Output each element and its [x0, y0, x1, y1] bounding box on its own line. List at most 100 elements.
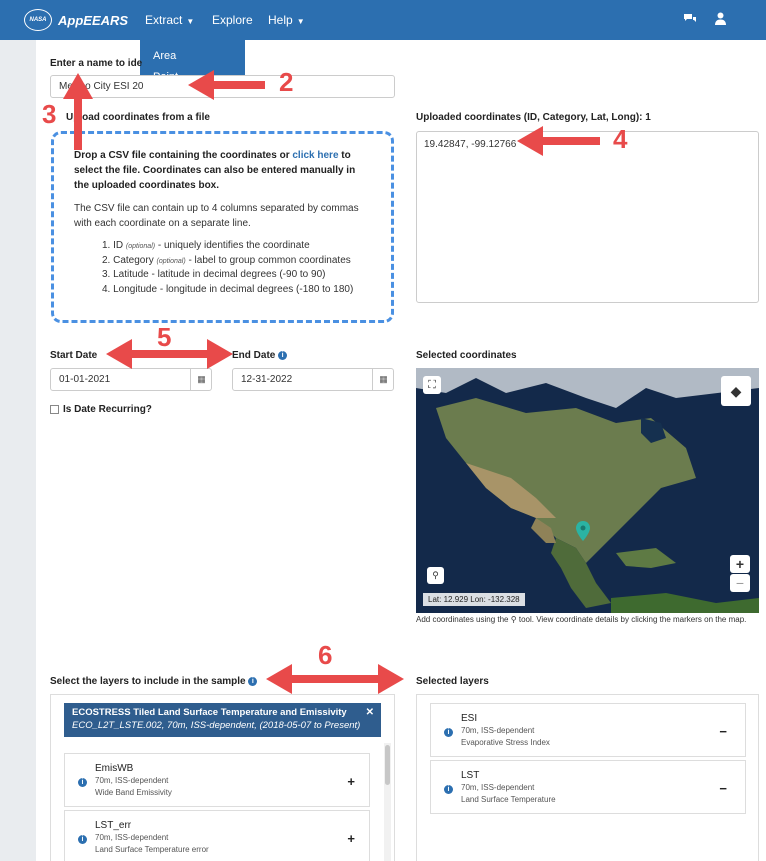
- nav-right: [683, 12, 726, 25]
- remove-layer-button[interactable]: −: [719, 781, 727, 796]
- selected-coords-label: Selected coordinates: [416, 350, 517, 361]
- nav-extract[interactable]: Extract ▼: [145, 13, 194, 27]
- layer-description: Land Surface Temperature error: [95, 845, 209, 854]
- recurring-checkbox[interactable]: [50, 405, 59, 414]
- top-navbar: NASA AppEEARS Extract ▼ Explore Help ▼: [0, 0, 766, 40]
- brand-name: AppEEARS: [58, 12, 129, 28]
- item-num: 3. Latitude: [102, 269, 149, 280]
- map-cursor-coords: Lat: 12.929 Lon: -132.328: [423, 593, 525, 606]
- selected-layer-card: i ESI 70m, ISS-dependent Evaporative Str…: [430, 703, 746, 757]
- layer-description: Land Surface Temperature: [461, 795, 556, 804]
- item-num: 2. Category: [102, 254, 154, 266]
- column-item: 2. Category (optional) - label to group …: [102, 254, 371, 269]
- product-header[interactable]: ECOSTRESS Tiled Land Surface Temperature…: [64, 703, 381, 737]
- end-date-input[interactable]: 12-31-2022: [232, 368, 394, 391]
- layers-scrollbar-thumb[interactable]: [385, 745, 390, 785]
- layer-name: ESI: [461, 713, 478, 724]
- layer-name: LST: [461, 770, 480, 781]
- product-subtitle: ECO_L2T_LSTE.002, 70m, ISS-dependent, (2…: [72, 720, 361, 731]
- uploaded-coords-label: Uploaded coordinates (ID, Category, Lat,…: [416, 112, 651, 123]
- annotation-number: 6: [318, 640, 333, 670]
- item-text: - latitude in decimal degrees (-90 to 90…: [148, 269, 326, 280]
- item-num: 4. Longitude: [102, 283, 158, 295]
- zoom-out-button[interactable]: −: [730, 574, 750, 592]
- brand[interactable]: NASA AppEEARS: [24, 9, 128, 31]
- column-item: 1. ID (optional) - uniquely identifies t…: [102, 239, 371, 254]
- selected-layers-label: Selected layers: [416, 676, 489, 687]
- layer-description: Evaporative Stress Index: [461, 738, 550, 747]
- add-marker-tool-icon[interactable]: ⚲: [427, 567, 444, 584]
- layer-name: EmisWB: [95, 763, 134, 774]
- info-icon[interactable]: i: [444, 728, 453, 737]
- close-icon[interactable]: ✕: [366, 707, 374, 718]
- dropzone-paragraph: The CSV file can contain up to 4 columns…: [74, 203, 359, 229]
- layer-resolution: 70m, ISS-dependent: [95, 833, 169, 842]
- fullscreen-icon[interactable]: ⛶: [423, 376, 441, 394]
- dropdown-area[interactable]: Area: [153, 50, 176, 62]
- caret-down-icon: ▼: [186, 17, 195, 26]
- user-icon[interactable]: [715, 12, 726, 25]
- csv-dropzone[interactable]: Drop a CSV file containing the coordinat…: [51, 131, 394, 323]
- annotation-number: 5: [157, 322, 172, 352]
- layer-resolution: 70m, ISS-dependent: [95, 776, 169, 785]
- layer-description: Wide Band Emissivity: [95, 788, 172, 797]
- annotation-number: 3: [42, 99, 57, 129]
- end-date-label: End Date i: [232, 350, 288, 361]
- uploaded-coords-textarea[interactable]: 19.42847, -99.12766: [416, 131, 759, 303]
- calendar-icon[interactable]: ▦: [372, 368, 394, 391]
- info-icon[interactable]: i: [78, 778, 87, 787]
- end-date-label-text: End Date: [232, 350, 276, 361]
- available-layer-card: i LST_err 70m, ISS-dependent Land Surfac…: [64, 810, 370, 861]
- layer-resolution: 70m, ISS-dependent: [461, 726, 535, 735]
- annotation-number: 4: [613, 124, 628, 154]
- available-layer-card: i EmisWB 70m, ISS-dependent Wide Band Em…: [64, 753, 370, 807]
- item-text: - uniquely identifies the coordinate: [155, 240, 310, 251]
- map-note-text: Add coordinates using the: [416, 615, 509, 624]
- layer-name: LST_err: [95, 820, 132, 831]
- column-item: 3. Latitude - latitude in decimal degree…: [102, 268, 371, 283]
- calendar-icon[interactable]: ▦: [190, 368, 212, 391]
- dropzone-instructions: Drop a CSV file containing the coordinat…: [74, 148, 371, 193]
- item-text: - label to group common coordinates: [185, 254, 351, 266]
- marker-icon: ⚲: [510, 615, 517, 624]
- info-icon[interactable]: i: [78, 835, 87, 844]
- layers-icon[interactable]: ◆: [721, 376, 751, 406]
- add-layer-button[interactable]: +: [347, 774, 355, 789]
- remove-layer-button[interactable]: −: [719, 724, 727, 739]
- item-opt: (optional): [125, 243, 156, 250]
- upload-label-text: Upload coordinates from a file: [66, 112, 210, 123]
- column-list: 1. ID (optional) - uniquely identifies t…: [74, 239, 371, 297]
- map-note-text-2: tool. View coordinate details by clickin…: [518, 615, 747, 624]
- layer-resolution: 70m, ISS-dependent: [461, 783, 535, 792]
- dropzone-text-pre: Drop a CSV file containing the coordinat…: [74, 150, 293, 161]
- name-label: Enter a name to ide: [50, 58, 143, 69]
- nav-explore[interactable]: Explore: [212, 13, 253, 27]
- zoom-in-button[interactable]: +: [730, 555, 750, 573]
- start-date-input[interactable]: 01-01-2021: [50, 368, 212, 391]
- info-icon[interactable]: i: [278, 350, 288, 360]
- coordinates-map[interactable]: ⛶ ◆ ⚲ + − Lat: 12.929 Lon: -132.328: [416, 368, 759, 613]
- map-marker-icon[interactable]: [576, 521, 590, 541]
- info-icon[interactable]: i: [444, 785, 453, 794]
- sample-name-input[interactable]: Mexico City ESI 20: [50, 75, 395, 98]
- layers-label-text: Select the layers to include in the samp…: [50, 676, 246, 687]
- layers-label: Select the layers to include in the samp…: [50, 676, 258, 687]
- start-date-label: Start Date: [50, 350, 98, 361]
- nav-help[interactable]: Help ▼: [268, 13, 305, 27]
- selected-layer-card: i LST 70m, ISS-dependent Land Surface Te…: [430, 760, 746, 814]
- map-imagery: [416, 368, 759, 613]
- chat-icon[interactable]: [683, 13, 697, 25]
- info-icon[interactable]: i: [248, 676, 258, 686]
- recurring-label: Is Date Recurring?: [63, 404, 152, 415]
- nav-extract-label: Extract: [145, 13, 183, 27]
- upload-label: Upload coordinates from a file: [66, 112, 210, 123]
- item-opt: (optional): [156, 257, 186, 265]
- caret-down-icon: ▼: [296, 17, 305, 26]
- nav-help-label: Help: [268, 13, 293, 27]
- item-num: 1. ID: [102, 240, 124, 251]
- item-text: - longitude in decimal degrees (-180 to …: [157, 283, 354, 295]
- click-here-link[interactable]: click here: [292, 150, 338, 161]
- column-item: 4. Longitude - longitude in decimal degr…: [102, 283, 371, 298]
- add-layer-button[interactable]: +: [347, 831, 355, 846]
- product-title: ECOSTRESS Tiled Land Surface Temperature…: [72, 707, 347, 718]
